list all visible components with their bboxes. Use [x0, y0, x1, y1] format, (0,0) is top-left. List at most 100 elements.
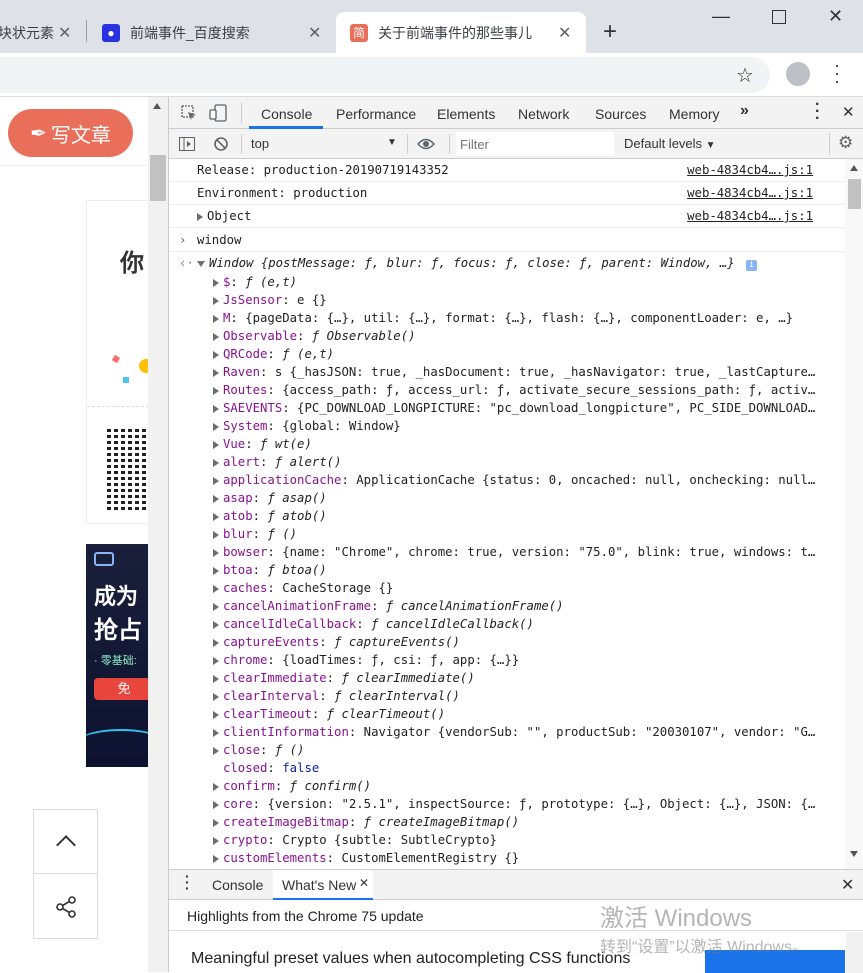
close-icon[interactable]: ✕ — [308, 23, 321, 43]
expand-triangle-icon[interactable] — [213, 836, 219, 845]
drawer-menu-icon[interactable]: · · · — [185, 869, 190, 895]
back-to-top-button[interactable] — [34, 810, 97, 874]
source-link[interactable]: web-4834cb4….js:1 — [687, 159, 813, 181]
property-row[interactable]: asap: ƒ asap() — [169, 489, 845, 507]
expand-triangle-icon[interactable] — [213, 710, 219, 719]
expand-triangle-icon[interactable] — [213, 746, 219, 755]
tab-1[interactable]: 块状元素 ✕ — [0, 12, 80, 53]
expand-triangle-icon[interactable] — [213, 656, 219, 665]
expand-triangle-icon[interactable] — [213, 584, 219, 593]
tab-performance[interactable]: Performance — [336, 106, 416, 122]
expand-triangle-icon[interactable] — [213, 566, 219, 575]
expand-triangle-icon[interactable] — [213, 332, 219, 341]
expand-triangle-icon[interactable] — [213, 494, 219, 503]
property-row[interactable]: System: {global: Window} — [169, 417, 845, 435]
clear-console-icon[interactable] — [213, 136, 229, 152]
page-scrollbar[interactable] — [148, 97, 168, 972]
ad-cta-button[interactable]: 免 — [94, 678, 148, 700]
write-article-button[interactable]: ✒ 写文章 — [8, 109, 133, 157]
close-drawer-icon[interactable]: ✕ — [841, 875, 854, 895]
close-icon[interactable]: ✕ — [58, 23, 71, 43]
property-row[interactable]: SAEVENTS: {PC_DOWNLOAD_LONGPICTURE: "pc_… — [169, 399, 845, 417]
property-row[interactable]: close: ƒ () — [169, 741, 845, 759]
tab-2[interactable]: ● 前端事件_百度搜索 ✕ — [90, 12, 330, 53]
bookmark-star-icon[interactable]: ☆ — [736, 63, 754, 88]
expand-triangle-icon[interactable] — [213, 620, 219, 629]
console-settings-gear-icon[interactable]: ⚙ — [838, 133, 853, 153]
scroll-up-arrow-icon[interactable] — [153, 103, 161, 109]
property-row[interactable]: crypto: Crypto {subtle: SubtleCrypto} — [169, 831, 845, 849]
property-row[interactable]: confirm: ƒ confirm() — [169, 777, 845, 795]
profile-avatar-icon[interactable] — [786, 62, 810, 86]
console-result[interactable]: ‹· Window {postMessage: ƒ, blur: ƒ, focu… — [169, 253, 845, 273]
expand-triangle-icon[interactable] — [213, 782, 219, 791]
property-row[interactable]: M: {pageData: {…}, util: {…}, format: {…… — [169, 309, 845, 327]
tab-sources[interactable]: Sources — [595, 106, 646, 122]
scrollbar-thumb[interactable] — [848, 179, 861, 209]
devtools-menu-icon[interactable]: · · · — [815, 97, 820, 127]
property-row[interactable]: caches: CacheStorage {} — [169, 579, 845, 597]
more-tabs-icon[interactable]: » — [740, 102, 749, 120]
scroll-down-arrow-icon[interactable] — [850, 851, 858, 857]
expand-triangle-icon[interactable] — [213, 818, 219, 827]
device-toolbar-icon[interactable] — [209, 104, 227, 122]
expand-triangle-icon[interactable] — [213, 440, 219, 449]
source-link[interactable]: web-4834cb4….js:1 — [687, 182, 813, 204]
property-row[interactable]: JsSensor: e {} — [169, 291, 845, 309]
expand-triangle-icon[interactable] — [213, 314, 219, 323]
expand-triangle-icon[interactable] — [213, 602, 219, 611]
context-selector[interactable]: top ▼ — [247, 133, 399, 155]
share-button[interactable] — [34, 875, 97, 939]
drawer-scrollbar[interactable] — [846, 932, 863, 973]
scrollbar-thumb[interactable] — [150, 155, 166, 201]
sidebar-toggle-icon[interactable] — [179, 137, 195, 151]
tab-elements[interactable]: Elements — [437, 106, 495, 122]
expand-triangle-icon[interactable] — [213, 476, 219, 485]
property-row[interactable]: bowser: {name: "Chrome", chrome: true, v… — [169, 543, 845, 561]
expand-triangle-icon[interactable] — [197, 212, 203, 221]
property-row[interactable]: core: {version: "2.5.1", inspectSource: … — [169, 795, 845, 813]
close-devtools-icon[interactable]: ✕ — [842, 103, 855, 121]
expand-triangle-icon[interactable] — [213, 296, 219, 305]
property-row[interactable]: Raven: s {_hasJSON: true, _hasDocument: … — [169, 363, 845, 381]
property-row[interactable]: Vue: ƒ wt(e) — [169, 435, 845, 453]
inspect-element-icon[interactable] — [181, 105, 197, 121]
log-levels-dropdown[interactable]: Default levels ▼ — [624, 136, 716, 151]
source-link[interactable]: web-4834cb4….js:1 — [687, 205, 813, 227]
minimize-icon[interactable]: — — [712, 6, 730, 27]
close-icon[interactable]: ✕ — [558, 23, 571, 43]
expand-triangle-icon[interactable] — [213, 800, 219, 809]
property-row[interactable]: QRCode: ƒ (e,t) — [169, 345, 845, 363]
course-ad-banner[interactable]: 成为 抢占 · 零基础: 免 — [86, 544, 148, 767]
property-row[interactable]: cancelIdleCallback: ƒ cancelIdleCallback… — [169, 615, 845, 633]
property-row[interactable]: captureEvents: ƒ captureEvents() — [169, 633, 845, 651]
property-row[interactable]: atob: ƒ atob() — [169, 507, 845, 525]
property-row[interactable]: blur: ƒ () — [169, 525, 845, 543]
property-row[interactable]: $: ƒ (e,t) — [169, 273, 845, 291]
expand-triangle-icon[interactable] — [213, 674, 219, 683]
live-expression-eye-icon[interactable] — [417, 137, 435, 151]
property-row[interactable]: Observable: ƒ Observable() — [169, 327, 845, 345]
close-icon[interactable]: ✕ — [359, 876, 369, 890]
expand-triangle-icon[interactable] — [213, 386, 219, 395]
kebab-menu-icon[interactable]: · · · — [834, 56, 840, 90]
property-row[interactable]: btoa: ƒ btoa() — [169, 561, 845, 579]
expand-triangle-icon[interactable] — [213, 368, 219, 377]
expand-triangle-icon[interactable] — [213, 854, 219, 863]
property-row[interactable]: closed: false — [169, 759, 845, 777]
collapse-triangle-icon[interactable] — [197, 260, 205, 267]
tab-memory[interactable]: Memory — [669, 106, 720, 122]
console-scrollbar[interactable] — [845, 159, 863, 869]
expand-triangle-icon[interactable] — [213, 692, 219, 701]
scroll-up-arrow-icon[interactable] — [850, 165, 858, 171]
info-icon[interactable]: i — [746, 260, 758, 271]
tab-console[interactable]: Console — [261, 106, 312, 122]
property-row[interactable]: applicationCache: ApplicationCache {stat… — [169, 471, 845, 489]
property-row[interactable]: customElements: CustomElementRegistry {} — [169, 849, 845, 867]
property-row[interactable]: createImageBitmap: ƒ createImageBitmap() — [169, 813, 845, 831]
expand-triangle-icon[interactable] — [213, 422, 219, 431]
property-row[interactable]: clearImmediate: ƒ clearImmediate() — [169, 669, 845, 687]
filter-input[interactable] — [456, 132, 614, 156]
drawer-tab-console[interactable]: Console — [212, 877, 263, 893]
maximize-icon[interactable] — [772, 10, 786, 24]
